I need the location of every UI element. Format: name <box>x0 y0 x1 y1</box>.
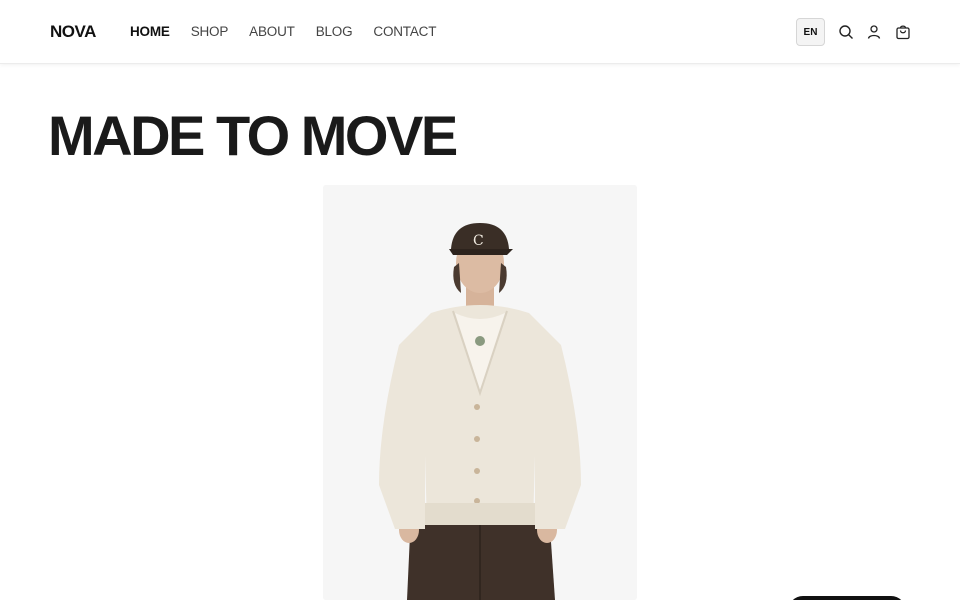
brand-logo[interactable]: NOVA <box>50 22 96 42</box>
cart-icon[interactable] <box>895 24 911 40</box>
chat-widget-button[interactable] <box>788 596 906 600</box>
nav-item-contact[interactable]: CONTACT <box>373 24 436 39</box>
model-illustration: C <box>323 185 637 600</box>
svg-text:C: C <box>473 233 484 249</box>
nav-item-blog[interactable]: BLOG <box>316 24 353 39</box>
hero-image: C <box>323 185 637 600</box>
nav-item-about[interactable]: ABOUT <box>249 24 295 39</box>
language-selector[interactable]: EN <box>796 18 825 46</box>
nav-item-home[interactable]: HOME <box>130 24 170 39</box>
main-nav: HOME SHOP ABOUT BLOG CONTACT <box>130 24 457 39</box>
user-icon[interactable] <box>866 24 882 40</box>
hero-title: MADE TO MOVE <box>48 104 458 167</box>
search-icon[interactable] <box>838 24 854 40</box>
nav-item-shop[interactable]: SHOP <box>191 24 229 39</box>
site-header: NOVA HOME SHOP ABOUT BLOG CONTACT EN <box>0 0 960 64</box>
